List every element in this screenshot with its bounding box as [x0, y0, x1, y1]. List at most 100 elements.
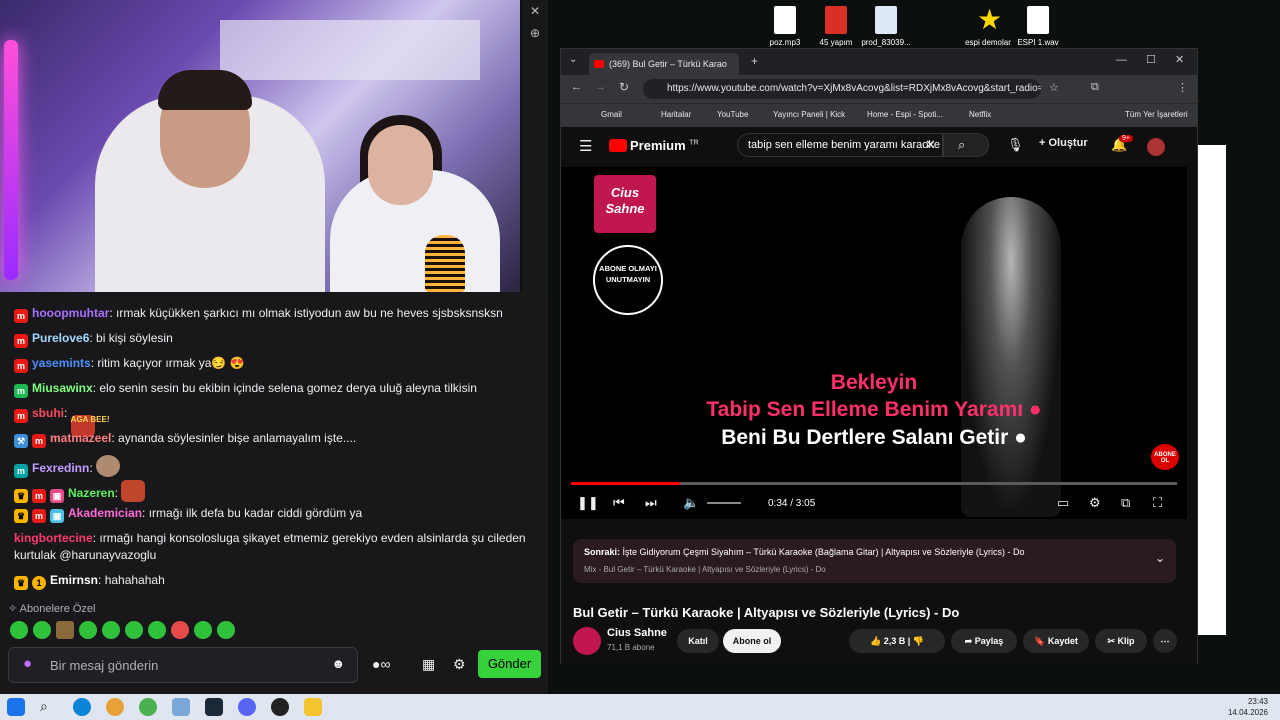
dislike-icon[interactable]: 👎: [913, 636, 924, 646]
tab-youtube[interactable]: (369) Bul Getir – Türkü Karao: [589, 53, 739, 75]
search-icon[interactable]: ⌕: [40, 698, 58, 716]
maximize-icon[interactable]: ☐: [1146, 53, 1156, 66]
files-icon[interactable]: [172, 698, 190, 716]
video-player[interactable]: Cius Sahne ABONE OLMAYI UNUTMAYIN Bekley…: [561, 167, 1187, 519]
steam-icon[interactable]: [205, 698, 223, 716]
volume-slider[interactable]: [707, 502, 741, 504]
pause-icon[interactable]: ❚❚: [577, 495, 599, 511]
voice-search-icon[interactable]: 🎙: [1007, 137, 1024, 153]
new-tab-icon[interactable]: +: [751, 54, 758, 68]
bookmark-star-icon[interactable]: ☆: [1049, 81, 1059, 94]
close-icon[interactable]: ✕: [530, 4, 540, 18]
store-icon[interactable]: ▦: [422, 656, 435, 673]
start-icon[interactable]: [7, 698, 25, 716]
bookmark-youtube[interactable]: YouTube: [717, 110, 748, 119]
youtube-page: ☰ Premium TR tabip sen elleme benim yara…: [561, 127, 1197, 665]
volume-icon[interactable]: 🔈: [683, 495, 699, 511]
bookmark-spotify[interactable]: Home - Espi - Spoti...: [867, 110, 943, 119]
chat-username[interactable]: Nazeren: [68, 486, 115, 500]
crown-badge-icon: ♛: [14, 489, 28, 503]
fullscreen-icon[interactable]: ⛶: [1153, 495, 1162, 511]
chat-username[interactable]: kingbortecine: [14, 531, 93, 545]
points-icon[interactable]: ●∞: [372, 656, 390, 672]
chat-username[interactable]: Akademician: [68, 506, 142, 520]
bookmark-kick[interactable]: Yayıncı Paneli | Kick: [773, 110, 845, 119]
share-button[interactable]: ➦ Paylaş: [951, 629, 1017, 653]
chat-input[interactable]: ● Bir mesaj gönderin ☻: [8, 647, 358, 683]
tab-search-icon[interactable]: ⌄: [569, 54, 577, 65]
chat-username[interactable]: hooopmuhtar: [32, 306, 109, 320]
chat-username[interactable]: sbuhi: [32, 406, 64, 420]
back-icon[interactable]: ←: [571, 81, 582, 93]
progress-bar[interactable]: [571, 482, 1177, 485]
emoji-icon[interactable]: ☻: [331, 656, 345, 671]
menu-icon[interactable]: ⋮: [1177, 81, 1188, 94]
taskbar: ⌕ 23:43 14.04.2026: [0, 694, 1280, 720]
emote-icon[interactable]: [56, 621, 74, 639]
bookmark-netflix[interactable]: Netflix: [969, 110, 991, 119]
bookmark-maps[interactable]: Haritalar: [661, 110, 691, 119]
forward-icon[interactable]: →: [595, 81, 606, 93]
avatar[interactable]: [1147, 138, 1165, 156]
miniplayer-icon[interactable]: ⧉: [1121, 495, 1130, 511]
settings-icon[interactable]: ⚙: [1089, 495, 1101, 511]
desktop-icon-doc[interactable]: prod_83039...: [856, 4, 916, 47]
clear-search-icon[interactable]: ✕: [925, 137, 936, 153]
chat-username[interactable]: yasemints: [32, 356, 91, 370]
channel-avatar[interactable]: [573, 627, 601, 655]
search-button[interactable]: ⌕: [943, 133, 989, 157]
hamburger-menu-icon[interactable]: ☰: [579, 137, 592, 155]
next-icon[interactable]: ⏭: [645, 495, 657, 511]
bookmark-gmail[interactable]: Gmail: [601, 110, 622, 119]
reload-icon[interactable]: ↻: [619, 80, 629, 94]
emote-icon[interactable]: [171, 621, 189, 639]
clip-button[interactable]: ✂ Klip: [1095, 629, 1147, 653]
emote-icon[interactable]: [79, 621, 97, 639]
subscribe-corner-badge[interactable]: ABONE OL: [1151, 444, 1179, 470]
clock[interactable]: 23:43 14.04.2026: [1228, 696, 1268, 718]
emote-icon[interactable]: [102, 621, 120, 639]
emote-icon[interactable]: [10, 621, 28, 639]
save-button[interactable]: 🔖 Kaydet: [1023, 629, 1089, 653]
mic-icon[interactable]: ●: [23, 655, 32, 672]
join-button[interactable]: Katıl: [677, 629, 719, 653]
youtube-logo[interactable]: Premium TR: [609, 138, 699, 153]
chat-message: ♛ 1 Emirnsn: hahahahah: [14, 572, 165, 590]
chrome-icon[interactable]: [139, 698, 157, 716]
search-input[interactable]: tabip sen elleme benim yaramı karaoke: [737, 133, 943, 157]
emote-icon[interactable]: [194, 621, 212, 639]
channel-name[interactable]: Cius Sahne: [607, 627, 667, 639]
emote-icon[interactable]: [33, 621, 51, 639]
like-button[interactable]: 👍 2,3 B: [870, 636, 905, 646]
close-window-icon[interactable]: ✕: [1175, 53, 1184, 66]
chat-username[interactable]: Purelove6: [32, 331, 89, 345]
url-input[interactable]: https://www.youtube.com/watch?v=XjMx8vAc…: [643, 79, 1041, 99]
more-actions-icon[interactable]: ⋯: [1153, 629, 1177, 653]
settings-icon[interactable]: ⚙: [453, 656, 466, 673]
chevron-down-icon[interactable]: ⌄: [1155, 551, 1165, 565]
chat-message: ♛ m ▣ Nazeren:: [14, 480, 146, 503]
chat-username[interactable]: Miusawinx: [32, 381, 93, 395]
subscribe-button[interactable]: Abone ol: [723, 629, 781, 653]
captions-icon[interactable]: ▭: [1057, 495, 1069, 511]
minimize-icon[interactable]: —: [1116, 54, 1127, 66]
emote-icon[interactable]: [125, 621, 143, 639]
explorer-icon[interactable]: [304, 698, 322, 716]
emote-icon[interactable]: [217, 621, 235, 639]
extensions-icon[interactable]: ⧉: [1091, 81, 1099, 94]
chat-username[interactable]: Emirnsn: [50, 573, 98, 587]
send-button[interactable]: Gönder: [478, 650, 541, 678]
edge-icon[interactable]: [73, 698, 91, 716]
app-icon[interactable]: [106, 698, 124, 716]
desktop-icon-wav[interactable]: ESPI 1.wav: [1008, 4, 1068, 47]
zoom-icon[interactable]: ⊕: [530, 26, 540, 40]
chat-username[interactable]: matmazeel: [50, 431, 111, 445]
create-button[interactable]: + Oluştur: [1039, 137, 1088, 149]
up-next-bar[interactable]: Sonraki: İşte Gidiyorum Çeşmi Siyahım – …: [573, 539, 1176, 583]
obs-icon[interactable]: [271, 698, 289, 716]
chat-username[interactable]: Fexredinn: [32, 461, 89, 475]
discord-icon[interactable]: [238, 698, 256, 716]
previous-icon[interactable]: ⏮: [613, 495, 625, 511]
emote-icon[interactable]: [148, 621, 166, 639]
all-bookmarks[interactable]: Tüm Yer İşaretleri: [1125, 110, 1188, 119]
